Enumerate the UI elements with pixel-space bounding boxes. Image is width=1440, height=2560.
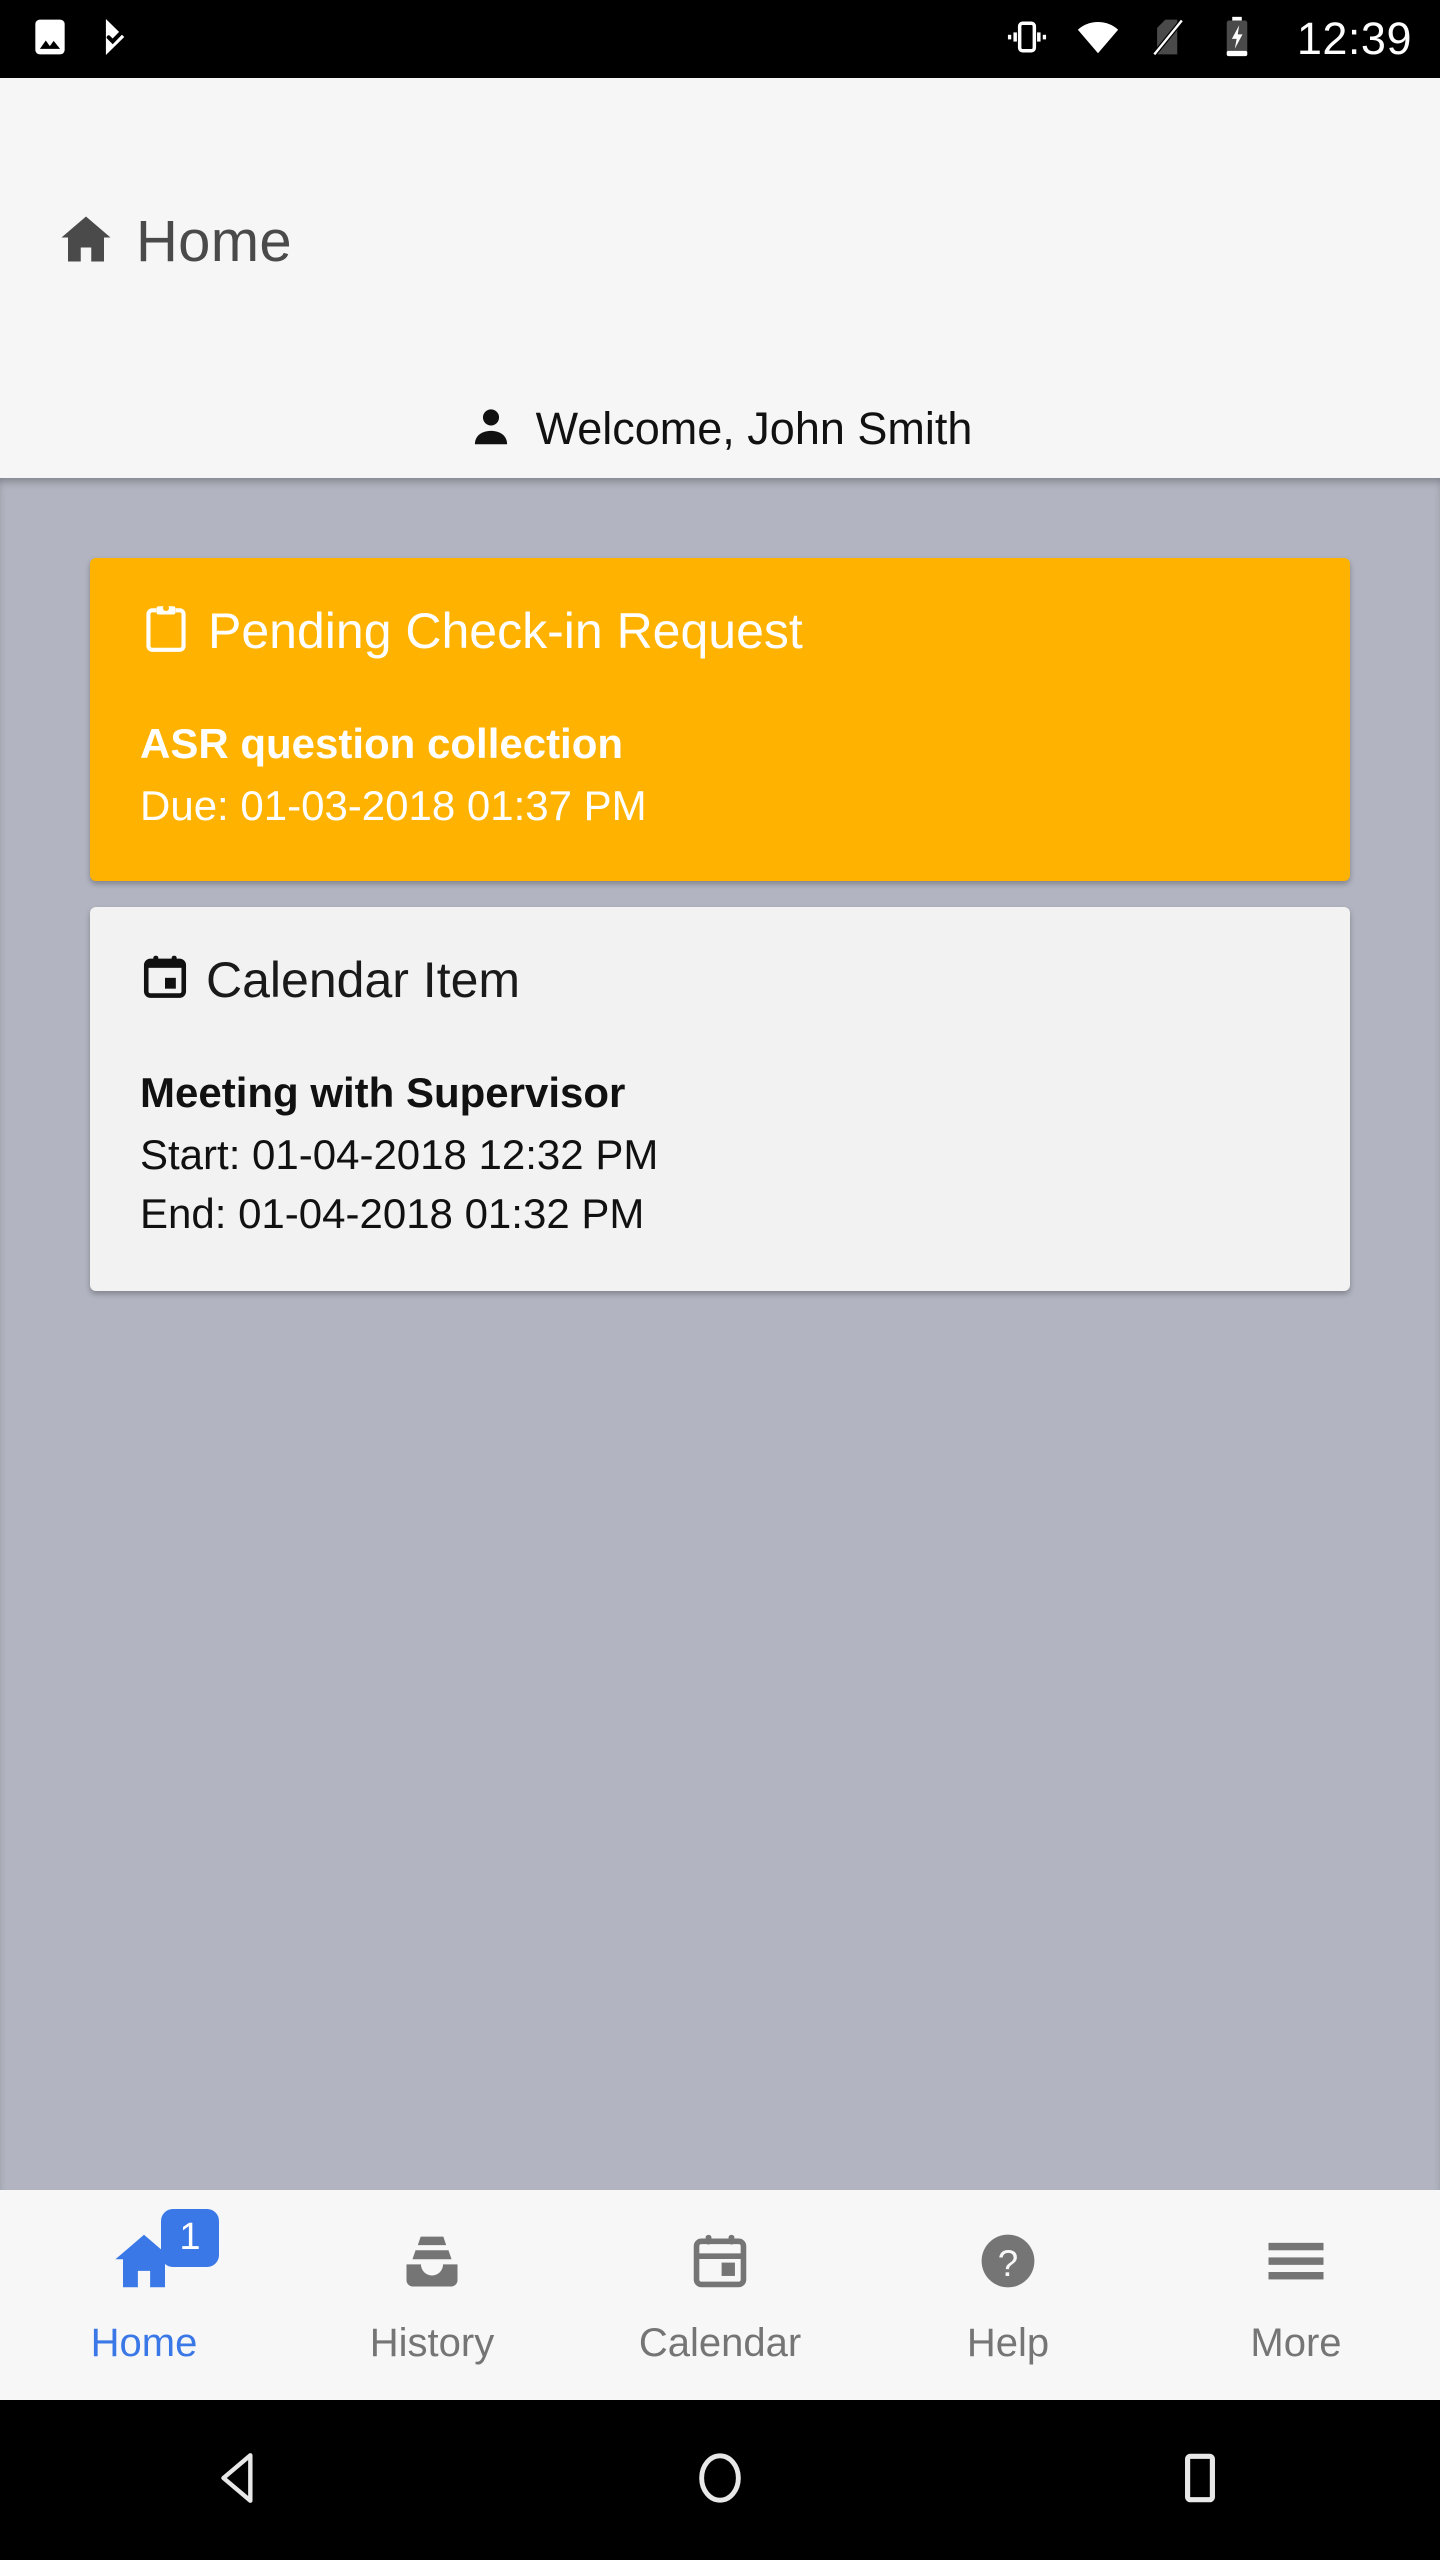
calendar-card-title: Calendar Item (206, 951, 521, 1008)
svg-text:?: ? (998, 2243, 1018, 2284)
page-title-label: Home (136, 209, 292, 274)
tab-calendar-icon-wrap (688, 2225, 752, 2303)
status-bar-clock: 12:39 (1296, 13, 1412, 64)
bottom-tab-bar: 1 Home History Calendar ? Help More (0, 2190, 1440, 2400)
help-circle-icon: ? (975, 2228, 1041, 2299)
tab-help[interactable]: ? Help (864, 2190, 1152, 2400)
app-header: Home Welcome, John Smith (0, 78, 1440, 478)
tab-home-label: Home (90, 2320, 198, 2365)
status-bar-right-icons: 12:39 (1005, 13, 1412, 65)
android-nav-bar (0, 2400, 1440, 2560)
content-area: Pending Check-in Request ASR question co… (0, 478, 1440, 2190)
calendar-card-start: Start: 01-04-2018 12:32 PM (140, 1130, 659, 1178)
tab-history-label: History (369, 2320, 495, 2365)
calendar-icon (688, 2229, 752, 2298)
calendar-card-header: Calendar Item (140, 951, 1300, 1009)
status-bar: 12:39 (0, 0, 1440, 78)
tab-home[interactable]: 1 Home (0, 2190, 288, 2400)
pending-card-due: Due: 01-03-2018 01:37 PM (140, 782, 647, 829)
calendar-item-card[interactable]: Calendar Item Meeting with Supervisor St… (90, 906, 1350, 1291)
tab-calendar-label: Calendar (638, 2320, 802, 2365)
calendar-card-subtitle: Meeting with Supervisor (140, 1068, 626, 1116)
calendar-icon (140, 952, 190, 1007)
clipboard-icon (140, 603, 192, 660)
tab-help-icon-wrap: ? (975, 2225, 1041, 2303)
pending-card-header: Pending Check-in Request (140, 602, 1300, 660)
tab-home-icon-wrap: 1 (109, 2208, 219, 2303)
welcome-banner: Welcome, John Smith (0, 403, 1440, 455)
pending-checkin-card[interactable]: Pending Check-in Request ASR question co… (90, 558, 1350, 881)
page-title: Home (56, 208, 292, 275)
recents-square-icon (1172, 2447, 1228, 2514)
home-button[interactable] (620, 2400, 820, 2560)
check-chevron-icon (94, 15, 138, 64)
tab-calendar[interactable]: Calendar (576, 2190, 864, 2400)
tab-help-label: Help (966, 2320, 1050, 2365)
back-button[interactable] (140, 2400, 340, 2560)
home-icon (56, 209, 116, 274)
hamburger-menu-icon (1263, 2236, 1329, 2291)
calendar-card-end: End: 01-04-2018 01:32 PM (140, 1189, 645, 1237)
pending-card-title: Pending Check-in Request (208, 603, 803, 659)
battery-charging-icon (1217, 15, 1257, 64)
tab-history-icon-wrap (398, 2225, 466, 2303)
wifi-icon (1075, 14, 1121, 65)
tab-more-label: More (1250, 2320, 1342, 2365)
person-icon (468, 404, 514, 455)
welcome-text: Welcome, John Smith (535, 403, 973, 454)
tab-more-icon-wrap (1263, 2225, 1329, 2303)
inbox-icon (398, 2227, 466, 2300)
back-triangle-icon (209, 2447, 271, 2514)
phone-screen: 12:39 Home Welcome, John Smith Pending C… (0, 0, 1440, 2560)
pending-card-subtitle: ASR question collection (140, 720, 624, 767)
home-circle-icon (689, 2447, 751, 2514)
recents-button[interactable] (1100, 2400, 1300, 2560)
tab-more[interactable]: More (1152, 2190, 1440, 2400)
vibrate-icon (1005, 15, 1049, 64)
status-bar-left-icons (28, 15, 138, 64)
screenshot-image-icon (28, 15, 72, 64)
tab-history[interactable]: History (288, 2190, 576, 2400)
home-badge: 1 (161, 2208, 219, 2267)
no-sim-icon (1147, 15, 1191, 64)
